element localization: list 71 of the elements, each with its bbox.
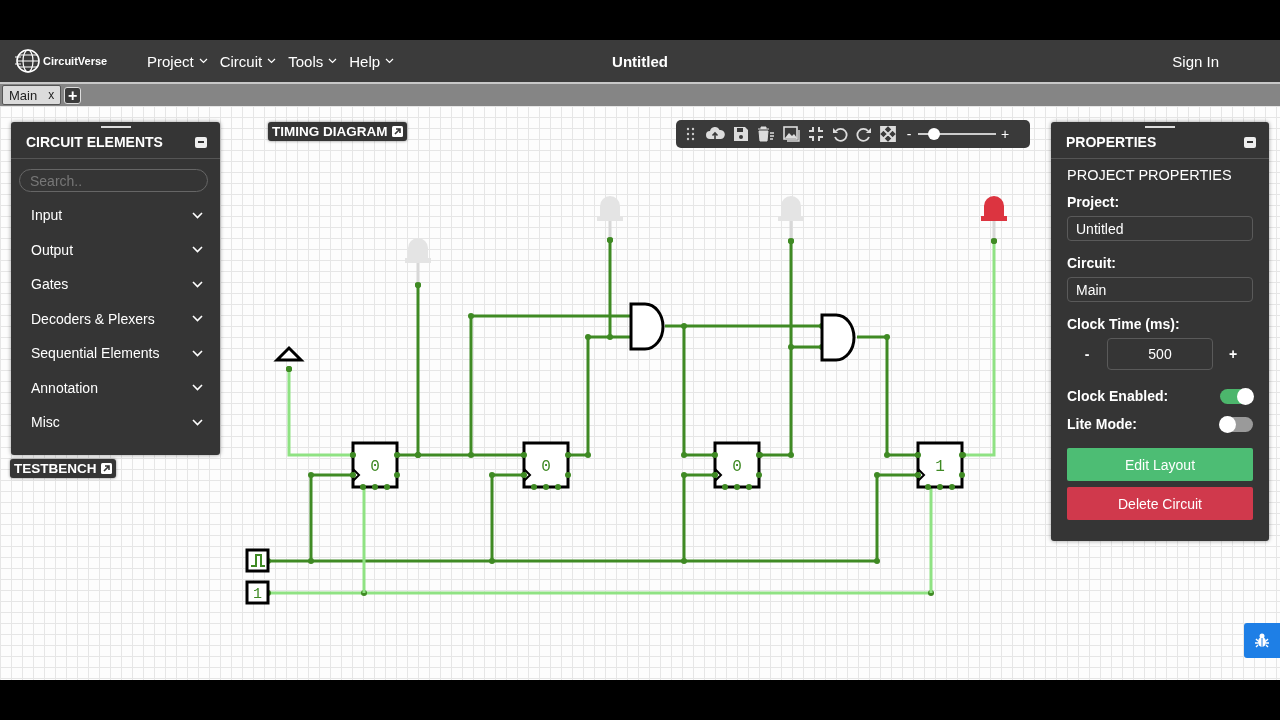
clock-input[interactable] bbox=[245, 548, 270, 573]
menu-item[interactable]: Tools bbox=[288, 52, 338, 70]
zoom-in-button[interactable]: + bbox=[1000, 126, 1010, 142]
panel-title: PROPERTIES bbox=[1066, 134, 1157, 150]
led[interactable] bbox=[597, 196, 623, 243]
toggle-switch[interactable] bbox=[1220, 388, 1253, 404]
brand-name[interactable]: CircuitVerse bbox=[43, 55, 108, 67]
save-icon[interactable] bbox=[733, 126, 749, 142]
category-item[interactable]: Sequential Elements bbox=[11, 336, 220, 371]
delete-button[interactable]: Delete Circuit bbox=[1067, 487, 1253, 520]
zoom-out-button[interactable]: - bbox=[904, 126, 914, 142]
flip-flop[interactable]: 1 bbox=[915, 441, 965, 490]
text-field[interactable]: Main bbox=[1067, 277, 1253, 302]
category-item[interactable]: Misc bbox=[11, 405, 220, 440]
minimize-icon[interactable] bbox=[1244, 136, 1256, 148]
caret-icon bbox=[328, 58, 338, 64]
circuit-tab[interactable]: Main x bbox=[2, 85, 62, 105]
field-label: Circuit: bbox=[1067, 255, 1117, 271]
toggle-label: Lite Mode: bbox=[1067, 416, 1137, 432]
output-probe[interactable] bbox=[273, 345, 305, 372]
close-tab-button[interactable]: x bbox=[48, 88, 55, 102]
bug-icon bbox=[1255, 633, 1269, 648]
popout-icon bbox=[100, 463, 112, 474]
redo-icon[interactable] bbox=[856, 126, 872, 142]
fullscreen-icon[interactable] bbox=[880, 126, 896, 142]
toggle-label: Clock Enabled: bbox=[1067, 388, 1169, 404]
cloud-upload-icon[interactable] bbox=[705, 126, 725, 142]
constant-input[interactable]: 1 bbox=[245, 580, 270, 605]
number-field[interactable]: 500 bbox=[1107, 338, 1213, 370]
drag-handle-icon[interactable] bbox=[684, 126, 697, 142]
caret-icon bbox=[385, 58, 395, 64]
category-item[interactable]: Output bbox=[11, 232, 220, 267]
category-item[interactable]: Decoders & Plexers bbox=[11, 301, 220, 336]
field-label: Clock Time (ms): bbox=[1067, 316, 1181, 332]
panel-title: CIRCUIT ELEMENTS bbox=[26, 134, 163, 150]
minimize-icon[interactable] bbox=[195, 136, 207, 148]
flip-flop[interactable]: 0 bbox=[521, 441, 571, 490]
menu-item[interactable]: Project bbox=[147, 52, 208, 70]
menu-item[interactable]: Help bbox=[349, 52, 395, 70]
globe-logo-icon bbox=[14, 48, 40, 74]
caret-icon bbox=[198, 58, 208, 64]
led[interactable] bbox=[405, 238, 431, 288]
led[interactable] bbox=[778, 196, 804, 244]
project-title: Untitled bbox=[612, 52, 668, 70]
section-title: PROJECT PROPERTIES bbox=[1067, 167, 1233, 183]
toggle-switch[interactable] bbox=[1220, 416, 1253, 432]
flip-flop[interactable]: 0 bbox=[712, 441, 762, 490]
timing-diagram-button[interactable]: TIMING DIAGRAM bbox=[268, 122, 407, 141]
increment-button[interactable]: + bbox=[1213, 346, 1253, 362]
category-item[interactable]: Gates bbox=[11, 267, 220, 302]
text-field[interactable]: Untitled bbox=[1067, 216, 1253, 241]
caret-icon bbox=[267, 58, 277, 64]
field-label: Project: bbox=[1067, 194, 1121, 210]
search-field[interactable]: Search.. bbox=[19, 169, 208, 192]
add-tab-button[interactable]: + bbox=[64, 86, 82, 104]
led[interactable] bbox=[981, 196, 1007, 244]
popout-icon bbox=[391, 126, 403, 137]
collapse-icon[interactable] bbox=[808, 126, 824, 142]
sign-in-link[interactable]: Sign In bbox=[1172, 52, 1219, 70]
menu-item[interactable]: Circuit bbox=[219, 52, 277, 70]
image-icon[interactable] bbox=[783, 126, 800, 142]
testbench-button[interactable]: TESTBENCH bbox=[10, 459, 116, 478]
category-item[interactable]: Annotation bbox=[11, 370, 220, 405]
bug-report-button[interactable] bbox=[1244, 623, 1280, 658]
and-gate[interactable] bbox=[820, 313, 856, 362]
trash-icon[interactable] bbox=[757, 126, 775, 142]
flip-flop[interactable]: 0 bbox=[350, 441, 400, 490]
undo-icon[interactable] bbox=[832, 126, 848, 142]
category-item[interactable]: Input bbox=[11, 198, 220, 233]
and-gate[interactable] bbox=[629, 302, 665, 351]
decrement-button[interactable]: - bbox=[1067, 346, 1107, 362]
